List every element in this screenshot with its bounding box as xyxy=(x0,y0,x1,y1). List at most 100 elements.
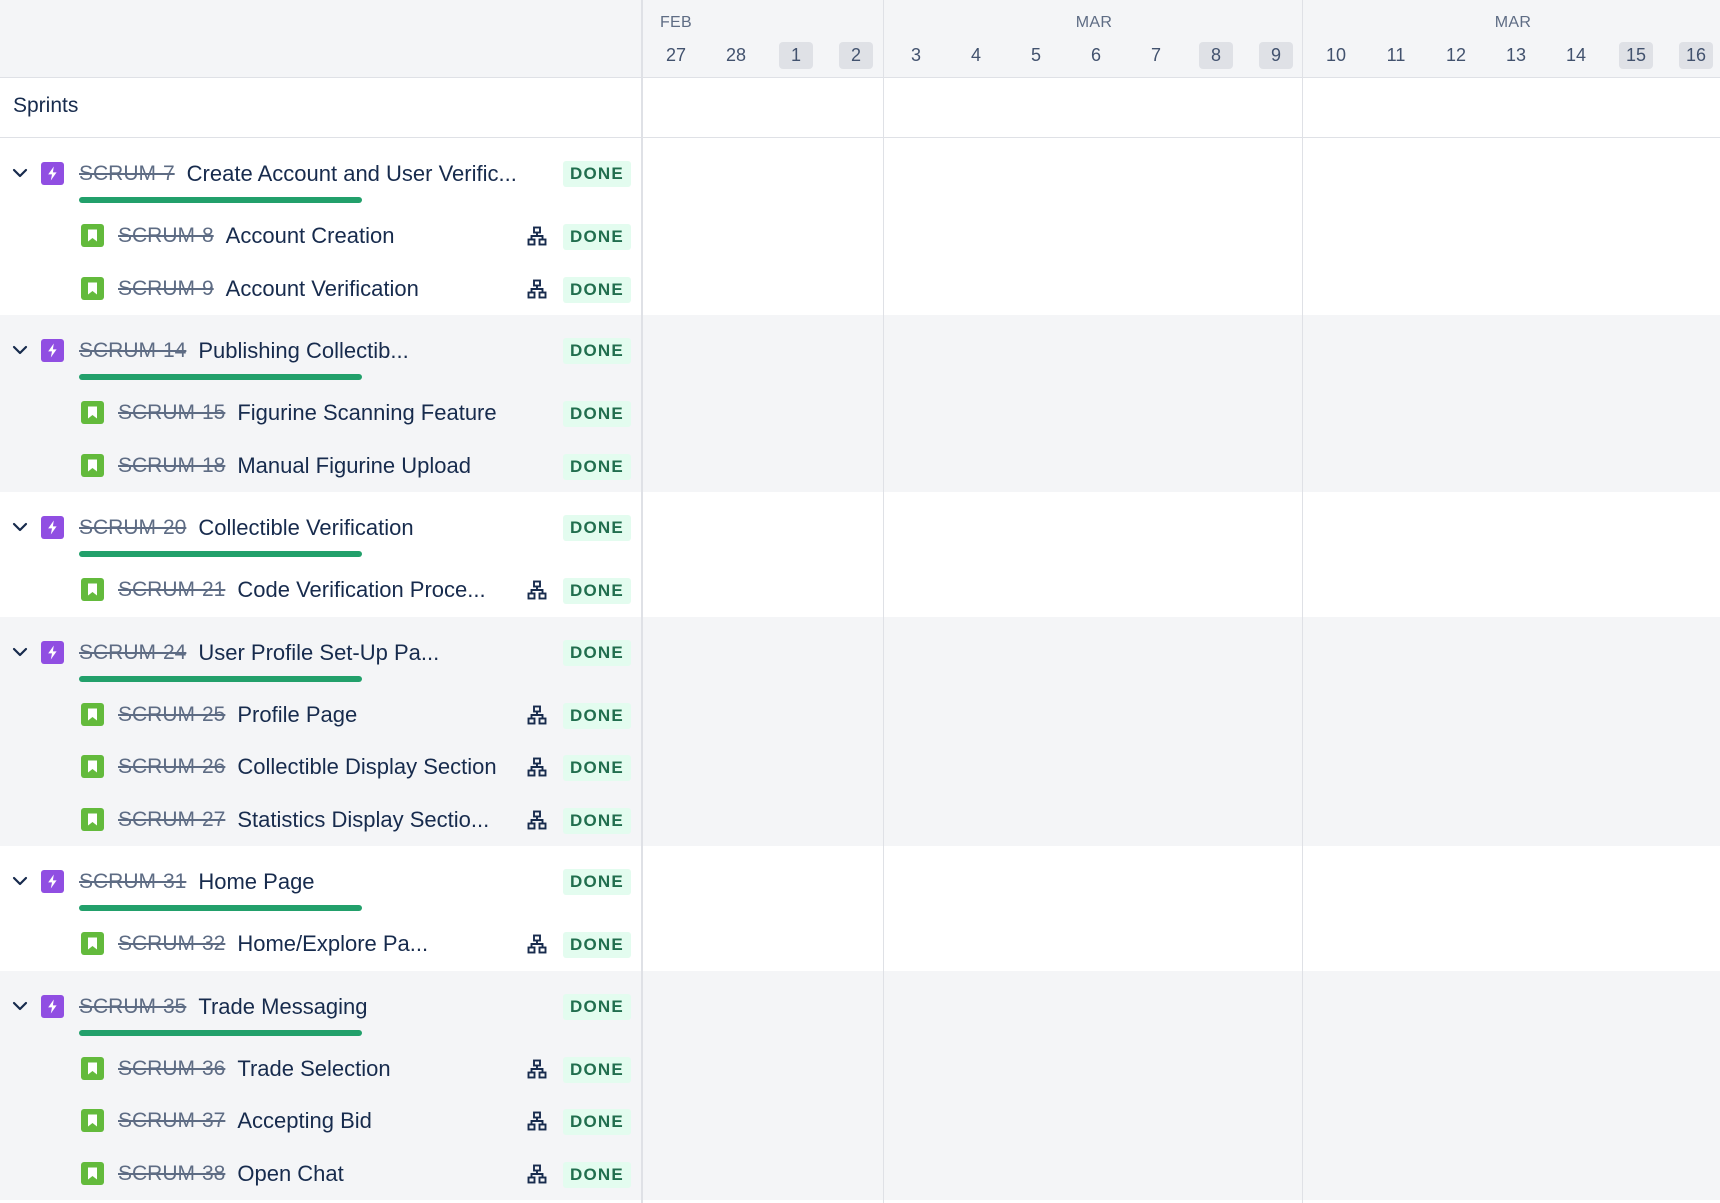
bookmark-icon xyxy=(81,453,104,477)
issue-key[interactable]: SCRUM-37 xyxy=(118,1109,225,1133)
hierarchy-icon[interactable] xyxy=(526,1163,548,1185)
bookmark-icon xyxy=(81,1056,104,1080)
panel-divider[interactable] xyxy=(641,0,643,1203)
epic-group: SCRUM-20 Collectible Verification DONE SCRU… xyxy=(0,492,1720,617)
issue-key[interactable]: SCRUM-32 xyxy=(118,932,225,956)
chevron-down-icon[interactable] xyxy=(11,643,29,661)
story-row[interactable]: SCRUM-37 Accepting Bid DONE xyxy=(0,1095,643,1147)
story-row[interactable]: SCRUM-27 Statistics Display Sectio... DONE xyxy=(0,794,643,846)
status-badge: DONE xyxy=(563,401,631,427)
day-label: 8 xyxy=(1199,42,1233,69)
story-row[interactable]: SCRUM-15 Figurine Scanning Feature DONE xyxy=(0,387,643,439)
issue-title[interactable]: Collectible Display Section xyxy=(237,754,496,780)
issue-title[interactable]: Figurine Scanning Feature xyxy=(237,400,496,426)
issue-key[interactable]: SCRUM-8 xyxy=(118,224,214,248)
issue-key[interactable]: SCRUM-15 xyxy=(118,401,225,425)
status-badge: DONE xyxy=(563,515,631,541)
issue-title[interactable]: Publishing Collectib... xyxy=(198,338,408,364)
bookmark-icon xyxy=(81,807,104,831)
issue-key[interactable]: SCRUM-36 xyxy=(118,1057,225,1081)
status-badge: DONE xyxy=(563,639,631,666)
story-row[interactable]: SCRUM-18 Manual Figurine Upload DONE xyxy=(0,440,643,492)
epic-row[interactable]: SCRUM-31 Home Page DONE xyxy=(0,846,643,918)
issue-key[interactable]: SCRUM-25 xyxy=(118,703,225,727)
hierarchy-icon[interactable] xyxy=(526,933,548,955)
epic-group: SCRUM-24 User Profile Set-Up Pa... DONE SCR… xyxy=(0,616,1720,846)
issue-title[interactable]: Trade Messaging xyxy=(198,994,367,1020)
hierarchy-icon[interactable] xyxy=(526,1058,548,1080)
issue-key[interactable]: SCRUM-14 xyxy=(79,339,186,363)
bookmark-icon xyxy=(81,755,104,778)
story-row[interactable]: SCRUM-36 Trade Selection DONE xyxy=(0,1043,643,1095)
epic-progress-bar xyxy=(79,197,362,203)
issue-key[interactable]: SCRUM-24 xyxy=(79,641,186,665)
issue-title[interactable]: Open Chat xyxy=(237,1161,343,1187)
issue-title[interactable]: Accepting Bid xyxy=(237,1108,372,1134)
hierarchy-icon[interactable] xyxy=(526,1110,548,1132)
story-row[interactable]: SCRUM-9 Account Verification DONE xyxy=(0,263,643,315)
issue-title[interactable]: Home Page xyxy=(198,869,314,895)
epic-row[interactable]: SCRUM-24 User Profile Set-Up Pa... DONE xyxy=(0,617,643,689)
hierarchy-icon[interactable] xyxy=(526,278,548,300)
issue-key[interactable]: SCRUM-21 xyxy=(118,578,225,602)
chevron-down-icon[interactable] xyxy=(11,341,29,359)
sprints-row[interactable]: Sprints xyxy=(0,78,1720,138)
chevron-down-icon[interactable] xyxy=(11,872,29,890)
issue-key[interactable]: SCRUM-35 xyxy=(79,995,186,1019)
bookmark-icon xyxy=(81,578,104,601)
issue-key[interactable]: SCRUM-38 xyxy=(118,1162,225,1186)
chevron-down-icon[interactable] xyxy=(11,997,29,1015)
issue-key[interactable]: SCRUM-9 xyxy=(118,277,214,301)
issue-title[interactable]: Trade Selection xyxy=(237,1056,390,1082)
month-label: MAR xyxy=(1494,14,1532,31)
hierarchy-icon[interactable] xyxy=(526,809,548,831)
story-row[interactable]: SCRUM-26 Collectible Display Section DONE xyxy=(0,741,643,793)
story-row[interactable]: SCRUM-8 Account Creation DONE xyxy=(0,210,643,262)
issue-key[interactable]: SCRUM-31 xyxy=(79,870,186,894)
issue-title[interactable]: Account Creation xyxy=(226,223,395,249)
issue-title[interactable]: Collectible Verification xyxy=(198,515,413,541)
issue-title[interactable]: Create Account and User Verific... xyxy=(187,161,517,187)
story-row[interactable]: SCRUM-21 Code Verification Proce... DONE xyxy=(0,564,643,616)
epic-row[interactable]: SCRUM-7 Create Account and User Verific..… xyxy=(0,138,643,210)
story-row[interactable]: SCRUM-32 Home/Explore Pa... DONE xyxy=(0,918,643,970)
chevron-down-icon[interactable] xyxy=(11,518,29,536)
issue-title[interactable]: Profile Page xyxy=(237,702,357,728)
day-label: 11 xyxy=(1386,45,1406,65)
epic-progress-bar xyxy=(79,374,362,380)
hierarchy-icon[interactable] xyxy=(526,579,548,601)
issue-key[interactable]: SCRUM-26 xyxy=(118,755,225,779)
issue-title[interactable]: Code Verification Proce... xyxy=(237,577,485,603)
epic-row[interactable]: SCRUM-35 Trade Messaging DONE xyxy=(0,971,643,1043)
epic-progress-bar xyxy=(79,551,362,557)
epic-row[interactable]: SCRUM-14 Publishing Collectib... DONE xyxy=(0,315,643,387)
day-label: 14 xyxy=(1565,45,1587,65)
epic-group: SCRUM-31 Home Page DONE SCRUM-32 Home/Explor… xyxy=(0,846,1720,971)
header-left-panel xyxy=(0,0,643,78)
issue-title[interactable]: Home/Explore Pa... xyxy=(237,931,428,957)
issue-key[interactable]: SCRUM-20 xyxy=(79,516,186,540)
issue-title[interactable]: User Profile Set-Up Pa... xyxy=(198,640,439,666)
day-label: 1 xyxy=(779,42,813,69)
story-row[interactable]: SCRUM-38 Open Chat DONE xyxy=(0,1148,643,1200)
issue-title[interactable]: Account Verification xyxy=(226,276,419,302)
day-label: 7 xyxy=(1150,45,1161,65)
day-label: 9 xyxy=(1259,42,1293,69)
epic-group: SCRUM-35 Trade Messaging DONE SCRUM-36 Trade… xyxy=(0,970,1720,1200)
epic-group: SCRUM-14 Publishing Collectib... DONE SCRUM… xyxy=(0,315,1720,492)
epic-row[interactable]: SCRUM-20 Collectible Verification DONE xyxy=(0,492,643,564)
day-label: 3 xyxy=(910,45,921,65)
issue-title[interactable]: Statistics Display Sectio... xyxy=(237,807,489,833)
chevron-down-icon[interactable] xyxy=(11,164,29,182)
grid-line-week xyxy=(883,0,884,1203)
lightning-icon xyxy=(41,516,64,539)
issue-key[interactable]: SCRUM-7 xyxy=(79,162,175,186)
day-label: 10 xyxy=(1325,45,1347,65)
issue-key[interactable]: SCRUM-18 xyxy=(118,454,225,478)
hierarchy-icon[interactable] xyxy=(526,704,548,726)
issue-title[interactable]: Manual Figurine Upload xyxy=(237,453,471,479)
issue-key[interactable]: SCRUM-27 xyxy=(118,808,225,832)
story-row[interactable]: SCRUM-25 Profile Page DONE xyxy=(0,689,643,741)
hierarchy-icon[interactable] xyxy=(526,225,548,247)
hierarchy-icon[interactable] xyxy=(526,756,548,778)
